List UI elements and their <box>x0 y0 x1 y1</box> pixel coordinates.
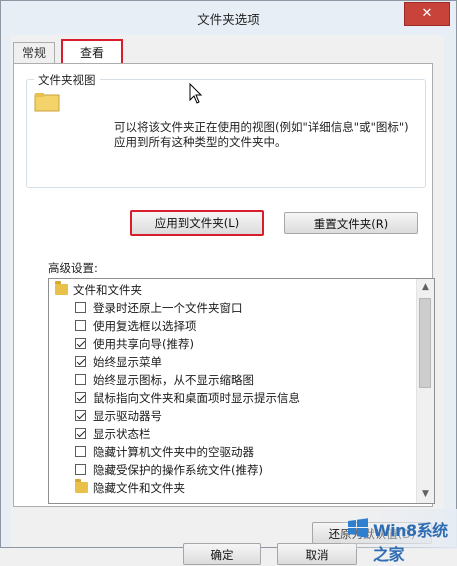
folder-group-row[interactable]: 文件和文件夹 <box>49 281 416 299</box>
close-button[interactable]: ✕ <box>404 2 450 26</box>
setting-label: 始终显示菜单 <box>93 355 162 369</box>
setting-row[interactable]: 使用共享向导(推荐) <box>49 335 416 353</box>
checkbox-unchecked[interactable] <box>75 464 86 475</box>
dialog-body: 常规 查看 文件夹视图 可以将该文件夹正在使用的视图(例如"详细信息"或"图标"… <box>11 35 444 565</box>
folder-views-description: 可以将该文件夹正在使用的视图(例如"详细信息"或"图标")应用到所有这种类型的文… <box>114 120 409 149</box>
folder-icon <box>75 479 88 493</box>
setting-row[interactable]: 始终显示图标，从不显示缩略图 <box>49 371 416 389</box>
tab-general[interactable]: 常规 <box>13 42 55 63</box>
reset-folders-button[interactable]: 重置文件夹(R) <box>284 212 418 234</box>
setting-row[interactable]: 隐藏计算机文件夹中的空驱动器 <box>49 443 416 461</box>
setting-label: 使用共享向导(推荐) <box>93 337 194 351</box>
view-tab-panel: 文件夹视图 可以将该文件夹正在使用的视图(例如"详细信息"或"图标")应用到所有… <box>13 63 435 544</box>
tab-view[interactable]: 查看 <box>61 39 123 65</box>
setting-row[interactable]: 鼠标指向文件夹和桌面项时显示提示信息 <box>49 389 416 407</box>
checkbox-unchecked[interactable] <box>75 374 86 385</box>
setting-label: 鼠标指向文件夹和桌面项时显示提示信息 <box>93 391 300 405</box>
scroll-up-icon[interactable]: ▲ <box>417 279 434 296</box>
folder-icon <box>55 281 68 295</box>
folder-views-title: 文件夹视图 <box>34 72 100 88</box>
setting-row[interactable]: 使用复选框以选择项 <box>49 317 416 335</box>
scroll-thumb[interactable] <box>419 298 431 388</box>
checkbox-checked[interactable] <box>75 428 86 439</box>
advanced-settings-label: 高级设置: <box>48 261 98 275</box>
folder-group-label: 文件和文件夹 <box>73 283 142 297</box>
title-bar[interactable]: 文件夹选项 ✕ <box>1 1 456 35</box>
setting-row[interactable]: 显示驱动器号 <box>49 407 416 425</box>
setting-row[interactable]: 隐藏受保护的操作系统文件(推荐) <box>49 461 416 479</box>
folder-options-dialog: 文件夹选项 ✕ 常规 查看 文件夹视图 可以将该文件夹正在使用的视图(例如"详细… <box>0 0 457 565</box>
setting-row[interactable]: 始终显示菜单 <box>49 353 416 371</box>
mouse-cursor-icon <box>189 83 203 104</box>
setting-label: 显示驱动器号 <box>93 409 162 423</box>
windows-logo-icon <box>348 518 368 538</box>
setting-label: 使用复选框以选择项 <box>93 319 197 333</box>
advanced-settings-list[interactable]: 文件和文件夹登录时还原上一个文件夹窗口 使用复选框以选择项 使用共享向导(推荐) 始终… <box>48 278 435 504</box>
checkbox-unchecked[interactable] <box>75 320 86 331</box>
folder-view-icon <box>34 93 60 112</box>
setting-row[interactable]: 显示状态栏 <box>49 425 416 443</box>
checkbox-unchecked[interactable] <box>75 302 86 313</box>
setting-label: 始终显示图标，从不显示缩略图 <box>93 373 254 387</box>
apply-to-folders-button[interactable]: 应用到文件夹(L) <box>130 210 264 236</box>
setting-label: 登录时还原上一个文件夹窗口 <box>93 301 243 315</box>
window-title: 文件夹选项 <box>197 12 260 27</box>
watermark: Win8系统之家 <box>341 509 457 564</box>
checkbox-checked[interactable] <box>75 410 86 421</box>
setting-row[interactable]: 登录时还原上一个文件夹窗口 <box>49 299 416 317</box>
checkbox-checked[interactable] <box>75 392 86 403</box>
ok-button[interactable]: 确定 <box>183 543 261 565</box>
watermark-text: Win8系统之家 <box>373 521 448 564</box>
vertical-scrollbar[interactable]: ▲ ▼ <box>416 279 434 503</box>
checkbox-checked[interactable] <box>75 338 86 349</box>
checkbox-unchecked[interactable] <box>75 446 86 457</box>
folder-group-row[interactable]: 隐藏文件和文件夹 <box>49 479 416 497</box>
setting-label: 隐藏受保护的操作系统文件(推荐) <box>93 463 263 477</box>
folder-group-label: 隐藏文件和文件夹 <box>93 481 185 495</box>
checkbox-checked[interactable] <box>75 356 86 367</box>
setting-label: 隐藏计算机文件夹中的空驱动器 <box>93 445 254 459</box>
scroll-down-icon[interactable]: ▼ <box>417 486 434 503</box>
setting-label: 显示状态栏 <box>93 427 151 441</box>
